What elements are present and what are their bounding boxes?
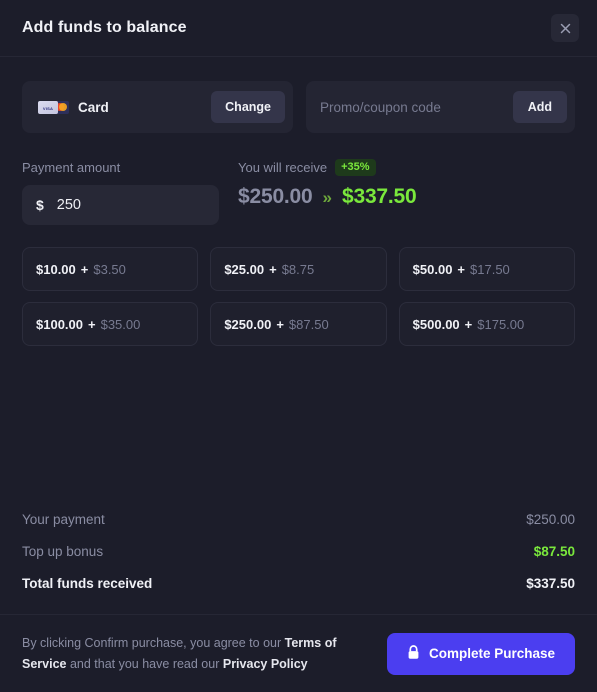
receive-label-row: You will receive +35% bbox=[238, 159, 575, 176]
preset-bonus-amount: $8.75 bbox=[281, 261, 315, 277]
preset-bonus-amount: $87.50 bbox=[288, 316, 329, 332]
preset-amount-tile[interactable]: $250.00 + $87.50 bbox=[210, 302, 387, 346]
payment-method-panel[interactable]: VISA Card Change bbox=[22, 81, 293, 133]
payment-amount-label: Payment amount bbox=[22, 160, 121, 175]
bonus-percent-badge: +35% bbox=[335, 159, 376, 176]
preset-base-amount: $10.00 bbox=[36, 261, 76, 277]
preset-amount-grid: $10.00 + $3.50 $25.00 + $8.75 $50.00 + $… bbox=[22, 247, 575, 346]
preset-bonus-amount: $35.00 bbox=[100, 316, 141, 332]
close-button[interactable] bbox=[551, 14, 579, 42]
payment-method-label: Card bbox=[78, 99, 109, 115]
conversion-to-amount: $337.50 bbox=[341, 185, 417, 208]
complete-purchase-button[interactable]: Complete Purchase bbox=[386, 632, 575, 675]
privacy-policy-link[interactable]: Privacy Policy bbox=[223, 657, 308, 671]
currency-symbol: $ bbox=[36, 197, 44, 213]
change-payment-method-button[interactable]: Change bbox=[211, 91, 285, 123]
preset-amount-tile[interactable]: $25.00 + $8.75 bbox=[210, 247, 387, 291]
chevron-right-double-icon: » bbox=[322, 188, 332, 207]
apply-promo-button[interactable]: Add bbox=[512, 91, 567, 123]
complete-purchase-label: Complete Purchase bbox=[428, 646, 555, 661]
preset-amount-tile[interactable]: $50.00 + $17.50 bbox=[398, 247, 575, 291]
preset-base-amount: $250.00 bbox=[224, 316, 272, 332]
promo-panel: Add bbox=[306, 81, 575, 133]
payment-amount-group: Payment amount $ bbox=[22, 159, 219, 225]
preset-base-amount: $500.00 bbox=[412, 316, 460, 332]
summary-value: $337.50 bbox=[526, 575, 575, 591]
preset-plus-sign: + bbox=[88, 316, 96, 332]
preset-amount-tile[interactable]: $100.00 + $35.00 bbox=[22, 302, 199, 346]
payment-amount-row: Payment amount $ You will receive +35% $… bbox=[22, 159, 575, 225]
summary-label: Your payment bbox=[22, 511, 105, 527]
preset-bonus-amount: $17.50 bbox=[470, 261, 510, 277]
preset-plus-sign: + bbox=[464, 316, 473, 332]
modal-footer: By clicking Confirm purchase, you agree … bbox=[0, 614, 597, 692]
preset-plus-sign: + bbox=[276, 316, 284, 332]
summary-row-total: Total funds received $337.50 bbox=[22, 567, 575, 599]
preset-bonus-amount: $175.00 bbox=[477, 316, 525, 332]
terms-disclaimer: By clicking Confirm purchase, you agree … bbox=[22, 633, 371, 675]
visa-card-icon: VISA bbox=[38, 100, 58, 114]
payment-amount-field[interactable]: $ bbox=[22, 185, 219, 225]
preset-base-amount: $25.00 bbox=[224, 261, 265, 277]
add-funds-modal: Add funds to balance VISA Card Change Pr… bbox=[0, 0, 597, 692]
receive-label: You will receive bbox=[238, 160, 328, 175]
summary-value: $250.00 bbox=[526, 511, 575, 527]
promo-code-input[interactable] bbox=[320, 81, 513, 133]
page-title: Add funds to balance bbox=[22, 19, 187, 36]
summary-row-top-up-bonus: Top up bonus $87.50 bbox=[22, 535, 575, 567]
order-summary: Your payment $250.00 Top up bonus $87.50… bbox=[0, 503, 597, 599]
receive-group: You will receive +35% $250.00 » $337.50 bbox=[219, 159, 575, 225]
conversion-from-amount: $250.00 bbox=[238, 185, 313, 208]
payment-amount-input[interactable] bbox=[56, 185, 205, 225]
lock-icon bbox=[407, 644, 420, 663]
preset-plus-sign: + bbox=[80, 261, 89, 277]
preset-amount-tile[interactable]: $10.00 + $3.50 bbox=[22, 247, 199, 291]
card-brand-icons: VISA bbox=[38, 100, 69, 114]
preset-bonus-amount: $3.50 bbox=[93, 261, 126, 277]
terms-middle-text: and that you have read our bbox=[66, 656, 223, 671]
modal-header: Add funds to balance bbox=[0, 0, 597, 57]
summary-label: Top up bonus bbox=[22, 543, 104, 559]
preset-base-amount: $50.00 bbox=[412, 261, 453, 277]
terms-prefix-text: By clicking Confirm purchase, you agree … bbox=[22, 635, 285, 650]
summary-label: Total funds received bbox=[22, 575, 153, 591]
payment-and-promo-row: VISA Card Change Add bbox=[22, 81, 575, 133]
preset-plus-sign: + bbox=[269, 261, 277, 277]
close-icon bbox=[559, 22, 572, 35]
modal-body: VISA Card Change Add Payment amount $ bbox=[0, 57, 597, 503]
preset-amount-tile[interactable]: $500.00 + $175.00 bbox=[398, 302, 575, 346]
summary-value: $87.50 bbox=[533, 543, 575, 559]
conversion-display: $250.00 » $337.50 bbox=[238, 185, 575, 225]
preset-plus-sign: + bbox=[457, 261, 466, 277]
preset-base-amount: $100.00 bbox=[36, 316, 83, 332]
summary-row-your-payment: Your payment $250.00 bbox=[22, 503, 575, 535]
